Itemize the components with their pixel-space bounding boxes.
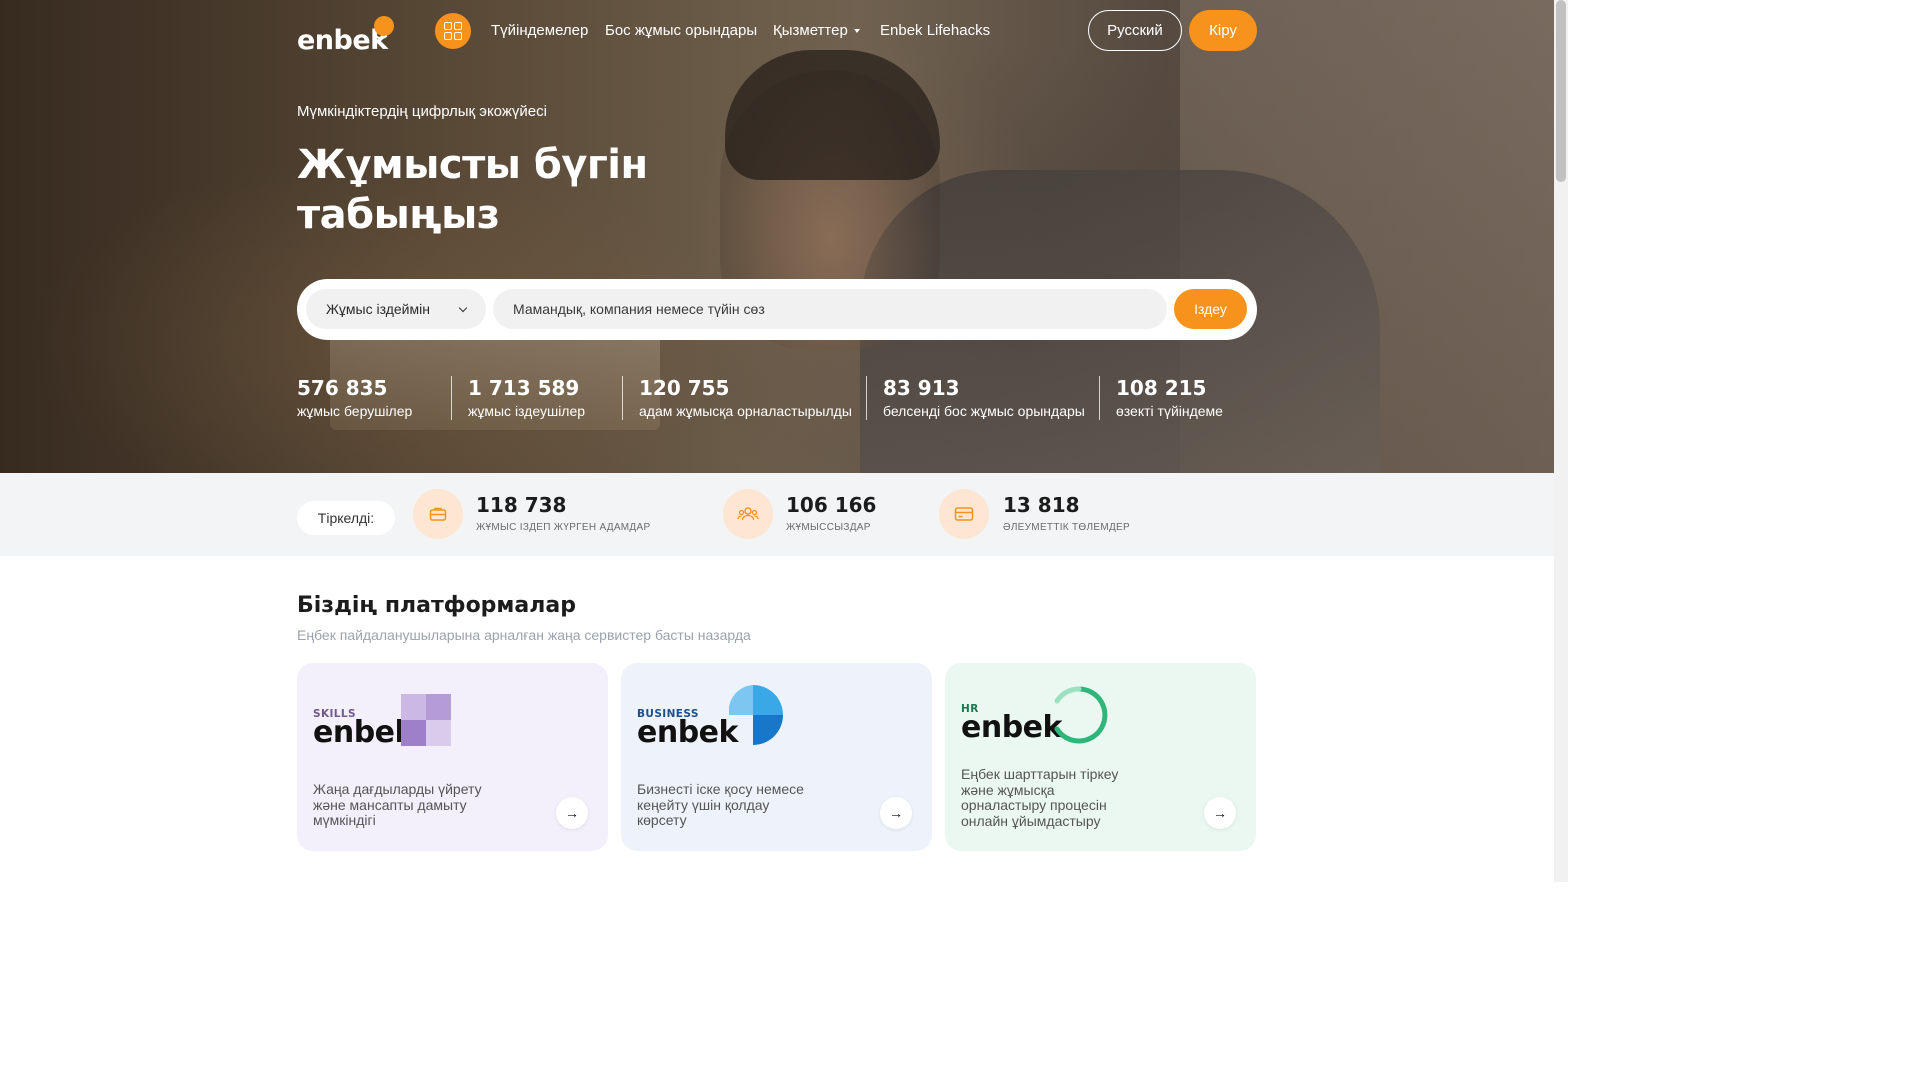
registered-value: 106 166	[786, 493, 877, 517]
grid-icon	[444, 32, 452, 40]
card-description: Еңбек шарттарын тіркеу және жұмысқа орна…	[961, 766, 1119, 829]
chevron-down-icon	[458, 303, 468, 313]
hero-section: enbek Түйіндемелер Бос жұмыс орындары Қы…	[0, 0, 1554, 473]
search-button[interactable]: Іздеу	[1174, 289, 1247, 329]
grid-icon	[444, 22, 452, 30]
platform-card-business[interactable]: BUSINESS enbek Бизнесті іске қосу немесе…	[621, 663, 932, 851]
platform-card-hr[interactable]: HR enbek Еңбек шарттарын тіркеу және жұм…	[945, 663, 1256, 851]
business-logo-icon	[729, 685, 783, 745]
page-scrollbar[interactable]	[1554, 0, 1568, 882]
registered-item-label: ӘЛЕУМЕТТІК ТӨЛЕМДЕР	[1003, 522, 1130, 533]
stat-label: өзекті түйіндеме	[1116, 403, 1223, 419]
services-grid-button[interactable]	[435, 13, 471, 49]
registered-item-label: ЖҰМЫССЫЗДАР	[786, 522, 871, 533]
arrow-right-icon[interactable]: →	[556, 797, 588, 829]
registered-bar: Тіркелді: 118 738 ЖҰМЫС ІЗДЕП ЖҮРГЕН АДА…	[0, 473, 1554, 556]
card-brand: enbek	[637, 715, 738, 750]
platforms-title: Біздің платформалар	[297, 593, 576, 618]
stat-value: 120 755	[639, 376, 730, 400]
platform-card-skills[interactable]: SKILLS enbek Жаңа дағдыларды үйрету және…	[297, 663, 608, 851]
card-brand: enbek	[313, 715, 414, 750]
platforms-subtitle: Еңбек пайдаланушыларына арналған жаңа се…	[297, 627, 751, 643]
language-button[interactable]: Русский	[1088, 10, 1182, 51]
stat-value: 1 713 589	[468, 376, 580, 400]
hr-logo-icon	[1054, 686, 1108, 744]
nav-link-lifehacks[interactable]: Enbek Lifehacks	[880, 22, 990, 39]
card-brand: enbek	[961, 710, 1062, 745]
hero-tagline: Мүмкіндіктердің цифрлық экожүйесі	[297, 103, 547, 120]
stat-label: жұмыс берушілер	[297, 403, 413, 419]
stat-divider	[451, 376, 452, 420]
search-input[interactable]	[493, 289, 1167, 329]
skills-logo-icon	[401, 694, 451, 746]
nav-link-services[interactable]: Қызметтер	[773, 22, 860, 39]
stat-divider	[622, 376, 623, 420]
people-icon	[723, 489, 773, 539]
stat-divider	[866, 376, 867, 420]
stat-value: 576 835	[297, 376, 388, 400]
search-bar: Жұмыс іздеймін Іздеу	[297, 279, 1257, 340]
stat-value: 108 215	[1116, 376, 1207, 400]
registered-item-label: ЖҰМЫС ІЗДЕП ЖҮРГЕН АДАМДАР	[476, 522, 651, 533]
arrow-right-icon[interactable]: →	[880, 797, 912, 829]
hero-stat-employed: 120 755 адам жұмысқа орналастырылды	[639, 376, 852, 420]
hero-stat-vacancies: 83 913 белсенді бос жұмыс орындары	[883, 376, 1085, 420]
top-nav: enbek Түйіндемелер Бос жұмыс орындары Қы…	[297, 10, 1257, 56]
registered-value: 118 738	[476, 493, 567, 517]
grid-icon	[454, 22, 462, 30]
arrow-right-icon[interactable]: →	[1204, 797, 1236, 829]
nav-link-resumes[interactable]: Түйіндемелер	[491, 22, 588, 39]
card-description: Жаңа дағдыларды үйрету және мансапты дам…	[313, 781, 482, 828]
card-icon	[939, 489, 989, 539]
registered-label: Тіркелді:	[297, 501, 395, 535]
enbek-logo[interactable]: enbek	[297, 16, 397, 56]
grid-icon	[454, 32, 462, 40]
search-mode-select[interactable]: Жұмыс іздеймін	[306, 289, 486, 329]
briefcase-icon	[413, 489, 463, 539]
stat-divider	[1099, 376, 1100, 420]
stat-value: 83 913	[883, 376, 960, 400]
search-mode-value: Жұмыс іздеймін	[326, 301, 430, 317]
hero-stat-resumes: 108 215 өзекті түйіндеме	[1116, 376, 1223, 420]
stat-label: белсенді бос жұмыс орындары	[883, 403, 1085, 419]
card-description: Бизнесті іске қосу немесе кеңейту үшін қ…	[637, 781, 804, 828]
nav-link-vacancies[interactable]: Бос жұмыс орындары	[605, 22, 757, 39]
login-button[interactable]: Кіру	[1189, 10, 1257, 51]
registered-value: 13 818	[1003, 493, 1080, 517]
logo-mark-icon	[372, 16, 394, 39]
hero-stat-jobseekers: 1 713 589 жұмыс іздеушілер	[468, 376, 585, 420]
scrollbar-thumb[interactable]	[1556, 0, 1566, 182]
hero-stat-employers: 576 835 жұмыс берушілер	[297, 376, 412, 420]
stat-label: жұмыс іздеушілер	[468, 403, 586, 419]
hero-headline: Жұмысты бүгін табыңыз	[297, 142, 648, 238]
stat-label: адам жұмысқа орналастырылды	[639, 403, 852, 419]
